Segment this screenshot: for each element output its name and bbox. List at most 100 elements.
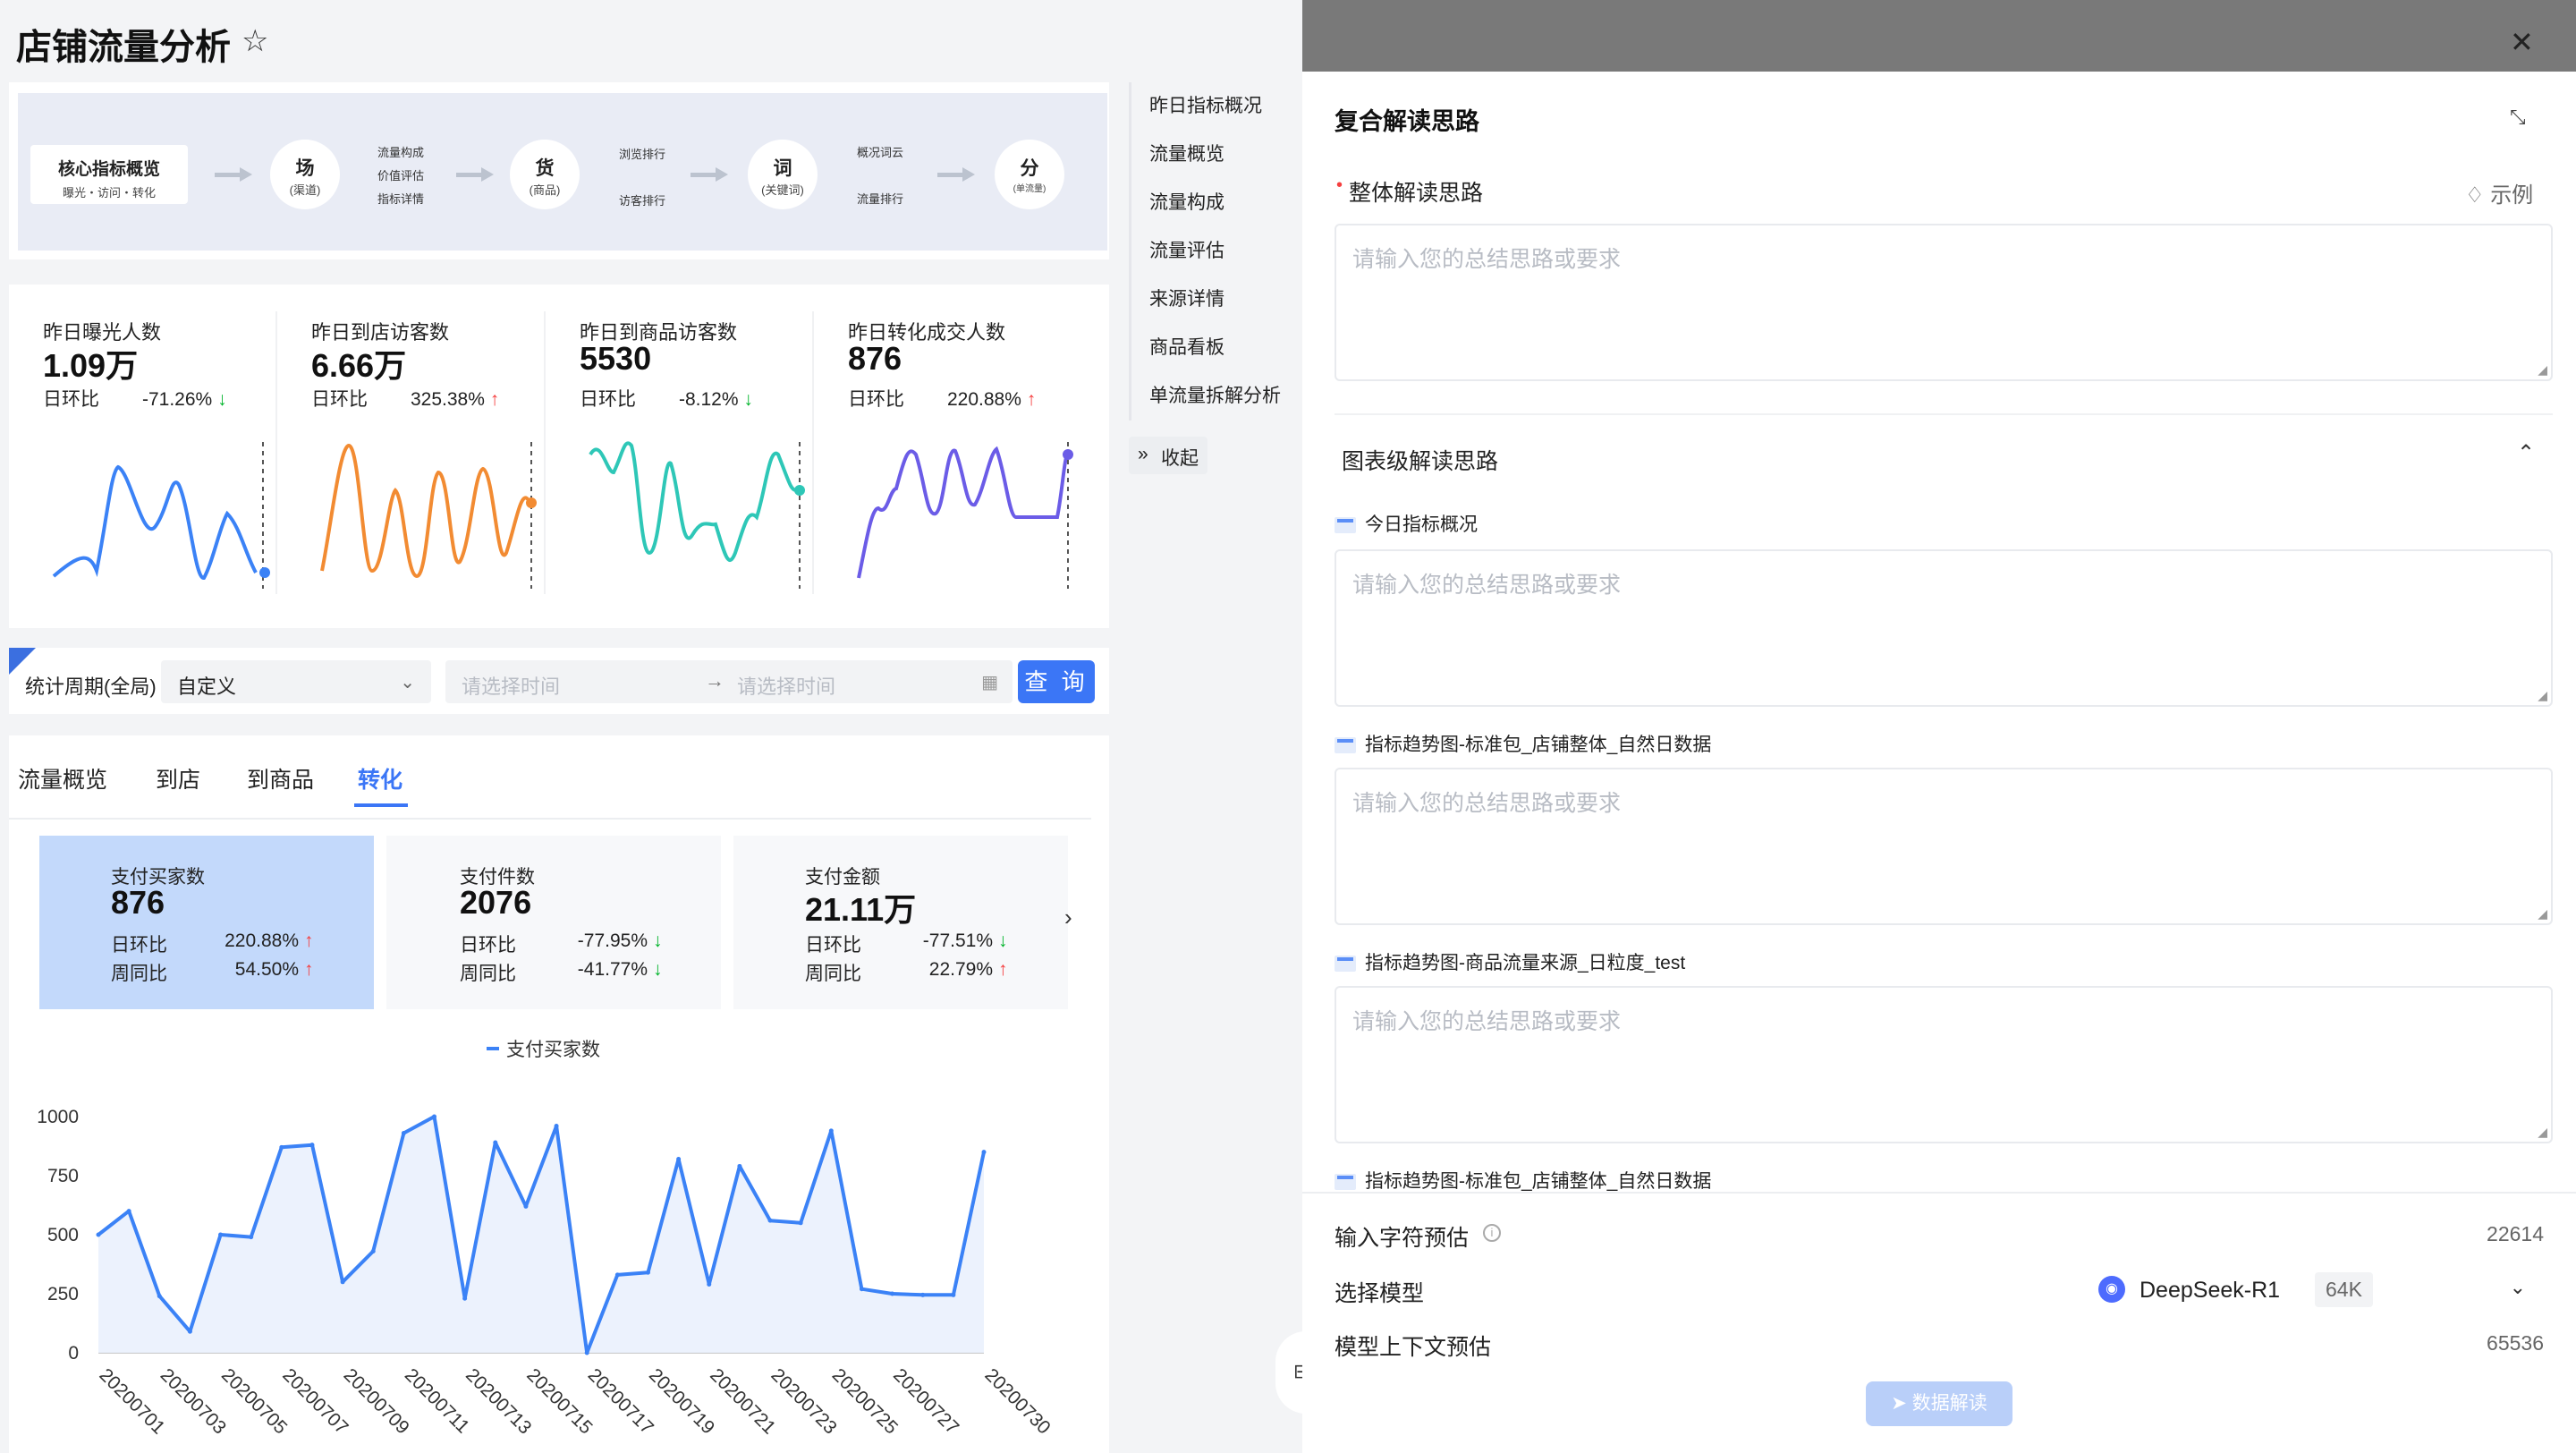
flow-sub-item: 浏览排行 [619,148,666,161]
chart-icon [1335,956,1356,972]
collapse-button[interactable]: » 收起 [1129,437,1208,474]
model-select[interactable]: ◉ DeepSeek-R1 64K ⌄ [2088,1263,2544,1313]
period-select[interactable]: 自定义 ⌄ [161,660,431,703]
kpi-row-dod: 日环比 220.88% ↑ [111,930,314,957]
chart-icon [1335,1174,1356,1190]
deepseek-logo-icon: ◉ [2098,1276,2125,1303]
model-label: 选择模型 [1335,1281,1425,1306]
metric-conversion: 昨日转化成交人数 876 日环比 220.88% ↑ [814,285,1082,628]
nav-item-yesterday[interactable]: 昨日指标概况 [1149,91,1262,118]
resize-grip-icon[interactable]: ◢ [2538,906,2547,922]
end-date-input[interactable]: 请选择时间 [737,671,835,700]
textarea-placeholder: 请输入您的总结思路或要求 [1352,791,1622,816]
chart-textarea-2[interactable]: 请输入您的总结思路或要求 ◢ [1335,768,2553,925]
close-icon[interactable]: ✕ [2510,25,2534,59]
arrow-down-icon: ↓ [653,959,663,980]
overall-textarea[interactable]: 请输入您的总结思路或要求 ◢ [1335,224,2553,381]
shrink-icon[interactable]: ⤡ [2510,106,2526,129]
resize-grip-icon[interactable]: ◢ [2538,362,2547,378]
nav-item-traffic-overview[interactable]: 流量概览 [1149,140,1224,166]
kpi-row-label: 日环比 [805,935,861,956]
context-label: 模型上下文预估 [1335,1335,1492,1360]
collapse-label: 收起 [1161,448,1199,469]
buyers-trend-chart: 支付买家数02505007501000202007012020070320200… [37,1040,1055,1439]
analyze-button[interactable]: ➤ 数据解读 [1866,1381,2012,1426]
kpi-card-items[interactable]: 支付件数 2076 日环比 -77.95% ↓ 周同比 -41.77% ↓ [386,836,721,1009]
textarea-placeholder: 请输入您的总结思路或要求 [1352,1009,1622,1034]
data-point [767,1218,773,1223]
kpi-row-label: 周同比 [460,964,516,984]
x-tick-label: 20200721 [706,1364,779,1438]
metric-product-visitors: 昨日到商品访客数 5530 日环比 -8.12% ↓ [546,285,814,628]
flow-node-ci: 词 (关键词) [748,140,818,209]
data-point [981,1150,987,1155]
chart-item-label: 指标趋势图-标准包_店铺整体_自然日数据 [1335,730,1711,757]
metric-value: 6.66万 [311,347,407,384]
tab-conversion[interactable]: 转化 [358,762,402,794]
kpi-row-label: 周同比 [111,964,167,984]
metric-compare: 日环比 325.38% ↑ [311,385,499,412]
kpi-row-value: -41.77% [577,959,648,980]
data-point [920,1292,926,1297]
kpi-card-amount[interactable]: 支付金额 21.11万 日环比 -77.51% ↓ 周同比 22.79% ↑ [733,836,1068,1009]
send-icon: ➤ [1891,1393,1907,1414]
data-point [859,1287,864,1292]
query-button[interactable]: 查 询 [1018,660,1095,703]
yesterday-metrics-card: 昨日曝光人数 1.09万 日环比 -71.26% ↓ 昨日到店访客数 6.66万 … [9,285,1109,628]
kpi-card-buyers[interactable]: 支付买家数 876 日环比 220.88% ↑ 周同比 54.50% ↑ [39,836,374,1009]
tab-to-product[interactable]: 到商品 [247,762,314,794]
bulb-icon: ♢ [2465,183,2485,208]
kpi-row-value: 54.50% [234,959,299,980]
modal-mask[interactable] [1302,0,2576,72]
date-range-picker[interactable]: 请选择时间 → 请选择时间 ▦ [445,660,1013,703]
section-nav: 昨日指标概况 流量概览 流量构成 流量评估 来源详情 商品看板 单流量拆解分析 [1129,82,1281,421]
data-point [645,1270,650,1275]
tabs-divider [9,818,1091,820]
example-link[interactable]: ♢ 示例 [2465,177,2533,208]
x-tick-label: 20200727 [889,1364,962,1438]
tab-traffic-overview[interactable]: 流量概览 [18,762,107,794]
required-mark: • [1336,175,1343,195]
legend-label: 支付买家数 [506,1040,600,1060]
nav-item-traffic-composition[interactable]: 流量构成 [1149,188,1224,215]
period-select-value: 自定义 [177,676,237,698]
flow-node-main: 货 [535,158,555,179]
data-point [707,1281,712,1287]
sparkline-store-visitors [320,442,537,589]
flow-core-title: 核心指标概览 [57,160,160,179]
data-point [951,1292,956,1297]
flow-arrow-2 [456,167,494,182]
metric-value: 876 [848,340,902,377]
x-tick-label: 20200723 [767,1364,840,1438]
context-value: 65536 [2487,1331,2544,1355]
nav-item-product-board[interactable]: 商品看板 [1149,333,1224,360]
x-tick-label: 20200719 [645,1364,718,1438]
flow-sub-item: 指标详情 [377,192,425,206]
chart-textarea-1[interactable]: 请输入您的总结思路或要求 ◢ [1335,549,2553,707]
x-tick-label: 20200711 [401,1364,473,1437]
arrow-up-icon: ↑ [304,930,314,951]
chart-textarea-3[interactable]: 请输入您的总结思路或要求 ◢ [1335,986,2553,1143]
info-icon[interactable]: i [1483,1224,1501,1242]
data-point [493,1140,498,1145]
nav-item-source-details[interactable]: 来源详情 [1149,285,1224,311]
chevron-up-icon[interactable]: ⌃ [2517,440,2535,466]
x-tick-label: 20200730 [980,1364,1054,1438]
resize-grip-icon[interactable]: ◢ [2538,1125,2547,1140]
sparkline-exposure [52,442,270,589]
sparkline-product-visitors [589,441,805,589]
tab-to-store[interactable]: 到店 [156,762,200,794]
data-point [554,1124,559,1129]
chart-item-label: 指标趋势图-商品流量来源_日粒度_test [1335,948,1685,975]
start-date-input[interactable]: 请选择时间 [462,671,560,700]
nav-item-traffic-evaluation[interactable]: 流量评估 [1149,236,1224,263]
resize-grip-icon[interactable]: ◢ [2538,688,2547,703]
nav-item-single-traffic[interactable]: 单流量拆解分析 [1149,381,1281,408]
chevron-right-icon[interactable]: › [1064,904,1072,931]
data-point [309,1143,315,1148]
star-icon[interactable]: ☆ [242,23,268,59]
chart-item-name: 今日指标概况 [1365,514,1478,535]
data-point [584,1350,589,1355]
x-tick-label: 20200707 [278,1364,352,1438]
interpretation-drawer: 复合解读思路 ⤡ • 整体解读思路 ♢ 示例 请输入您的总结思路或要求 ◢ 图表… [1302,72,2576,1453]
